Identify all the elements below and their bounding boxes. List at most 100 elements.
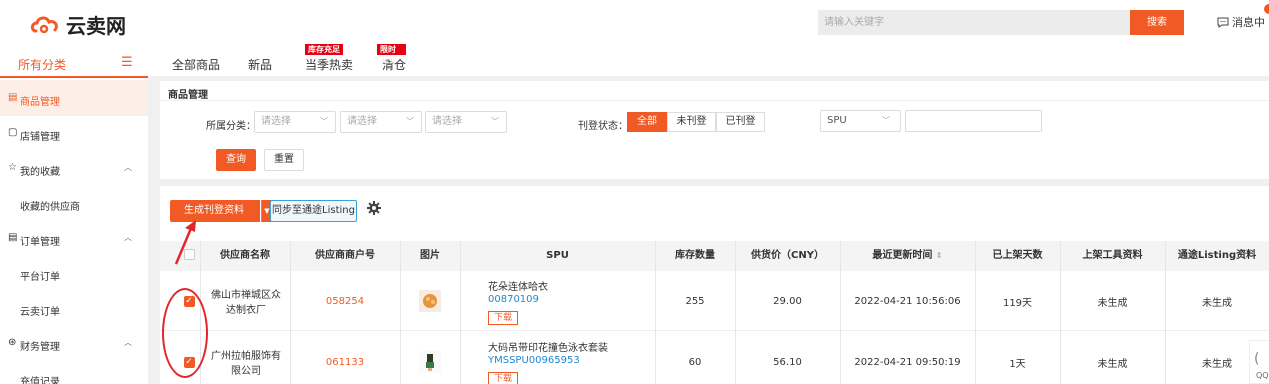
column-header: 库存数量 [675,250,715,261]
all-categories[interactable]: 所有分类 ☰ [0,50,145,76]
table-row[interactable]: ✓ 广州拉帕服饰有限公司 061133 大码吊带印花撞色泳衣套装 YMSSPU0… [160,332,1269,384]
reset-button[interactable]: 重置 [264,149,304,171]
column-header: 已上架天数 [992,250,1043,261]
column-header: 图片 [420,250,440,261]
spu-select[interactable]: SPU ﹀ [820,110,901,132]
select-placeholder: 请选择 [432,116,462,127]
download-button[interactable]: 下载 [488,311,519,325]
column-divider [735,241,736,384]
sidebar-item-recharge-records[interactable]: 充值记录 [0,360,148,384]
cloud-logo-icon [30,16,58,33]
column-divider [400,241,401,384]
table-row[interactable]: ✓ 佛山市禅城区众达制衣厂 058254 花朵连体哈衣 00870109 下载 … [160,271,1269,331]
sidebar-item-favorite-suppliers[interactable]: 收藏的供应商 [0,185,148,221]
chevron-down-icon: ﹀ [491,117,499,126]
spu-code-link[interactable]: YMSSPU00965953 [488,355,580,366]
sidebar-item-product-management[interactable]: ▤ 商品管理 [0,80,148,116]
qq-chat-tab[interactable]: ( QQ [1249,340,1269,384]
all-categories-label: 所有分类 [18,58,67,72]
finance-icon: ⊛ [8,337,17,348]
product-image[interactable] [400,271,460,331]
sidebar-item-order-management[interactable]: ▤ 订单管理 ︿ [0,220,148,256]
status-listed[interactable]: 已刊登 [716,112,765,132]
product-icon: ▤ [8,92,18,103]
sidebar-item-favorites[interactable]: ☆ 我的收藏 ︿ [0,150,148,186]
nav-new[interactable]: 新品 [248,56,272,73]
column-header: 供应商名称 [220,250,270,261]
download-button[interactable]: 下载 [488,372,519,384]
nav-hot[interactable]: 库存充足 当季热卖 [305,44,354,73]
column-divider [840,241,841,384]
tool-data-status: 未生成 [1097,358,1128,370]
spu-select-value: SPU [827,115,847,126]
column-header-sortable[interactable]: 最近更新时间 ⇕ [840,241,975,271]
product-thumbnail [419,290,441,312]
stock-count: 60 [688,356,702,368]
menu-icon[interactable]: ☰ [121,55,133,70]
order-icon: ▤ [8,232,18,243]
sidebar-item-label: 订单管理 [20,237,60,248]
listed-days: 1天 [1009,358,1026,370]
annotation-arrow [174,220,196,265]
merchant-number[interactable]: 058254 [290,271,400,331]
product-image[interactable] [400,332,460,384]
nav-label: 新品 [248,58,273,72]
messages-link[interactable]: 消息中 [1217,14,1265,30]
status-unlisted[interactable]: 未刊登 [667,112,716,132]
sidebar-item-platform-orders[interactable]: 平台订单 [0,255,148,291]
search-button[interactable]: 搜索 [1130,10,1184,35]
chevron-up-icon: ︿ [124,338,132,347]
sidebar-item-label: 店铺管理 [20,132,60,143]
category-select-3[interactable]: 请选择 ﹀ [425,111,507,133]
select-placeholder: 请选择 [261,116,291,127]
column-divider [1165,241,1166,384]
nav-all-products[interactable]: 全部商品 [172,56,220,73]
supplier-name: 广州拉帕服饰有限公司 [211,351,281,377]
category-nav: 全部商品 新品 库存充足 当季热卖 限时9.9 清仓 [0,44,1269,76]
product-thumbnail [419,351,441,373]
nav-clearance[interactable]: 限时9.9 清仓 [377,44,407,73]
updated-time: 2022-04-21 09:50:19 [854,356,961,368]
column-header-label: 最近更新时间 [872,250,933,261]
column-divider [460,241,461,384]
status-all[interactable]: 全部 [627,112,667,132]
nav-label: 当季热卖 [305,58,354,72]
supply-price: 56.10 [773,356,802,368]
column-header: 供货价（CNY） [751,250,824,261]
spu-cell: 花朵连体哈衣 00870109 下载 [488,271,648,331]
category-select-1[interactable]: 请选择 ﹀ [254,111,336,133]
logo-text: 云卖网 [66,14,126,38]
spu-code-link[interactable]: 00870109 [488,294,539,305]
category-label: 所属分类： [206,121,256,132]
product-list-panel: 生成刊登资料 ▼ 同步至通途Listing 供应商名称 供应商商户号 图片 SP… [160,186,1269,384]
sidebar-item-shop-management[interactable]: ▢ 店铺管理 [0,115,148,151]
logo[interactable]: 云卖网 [30,10,126,39]
sidebar-item-yunmai-orders[interactable]: 云卖订单 [0,290,148,326]
select-placeholder: 请选择 [347,116,377,127]
column-divider [290,241,291,384]
spu-search-input[interactable] [905,110,1042,132]
gear-icon[interactable] [366,200,382,216]
star-icon: ☆ [8,162,17,173]
chevron-up-icon: ︿ [124,233,132,242]
spu-name: 大码吊带印花撞色泳衣套装 [488,343,608,354]
nav-tag-badge: 库存充足 [305,44,343,55]
sync-listing-button[interactable]: 同步至通途Listing [270,200,357,222]
sidebar-item-label: 平台订单 [20,272,60,283]
sidebar-item-label: 云卖订单 [20,307,60,318]
chevron-down-icon: ﹀ [320,117,328,126]
tool-data-status: 未生成 [1097,297,1128,309]
stock-count: 255 [685,295,705,307]
sort-icon[interactable]: ⇕ [936,251,943,260]
top-header: 云卖网 请输入关键字 搜索 消息中 [0,0,1269,50]
sidebar-item-finance-management[interactable]: ⊛ 财务管理 ︿ [0,325,148,361]
chat-icon: ( [1254,351,1260,367]
sidebar-item-label: 收藏的供应商 [20,202,80,213]
column-header: 上架工具资料 [1082,250,1143,261]
search-input[interactable]: 请输入关键字 [818,10,1130,35]
chevron-down-icon: ﹀ [406,117,414,126]
query-button[interactable]: 查询 [216,149,256,171]
merchant-number[interactable]: 061133 [290,332,400,384]
category-select-2[interactable]: 请选择 ﹀ [340,111,422,133]
supplier-name: 佛山市禅城区众达制衣厂 [211,290,281,316]
